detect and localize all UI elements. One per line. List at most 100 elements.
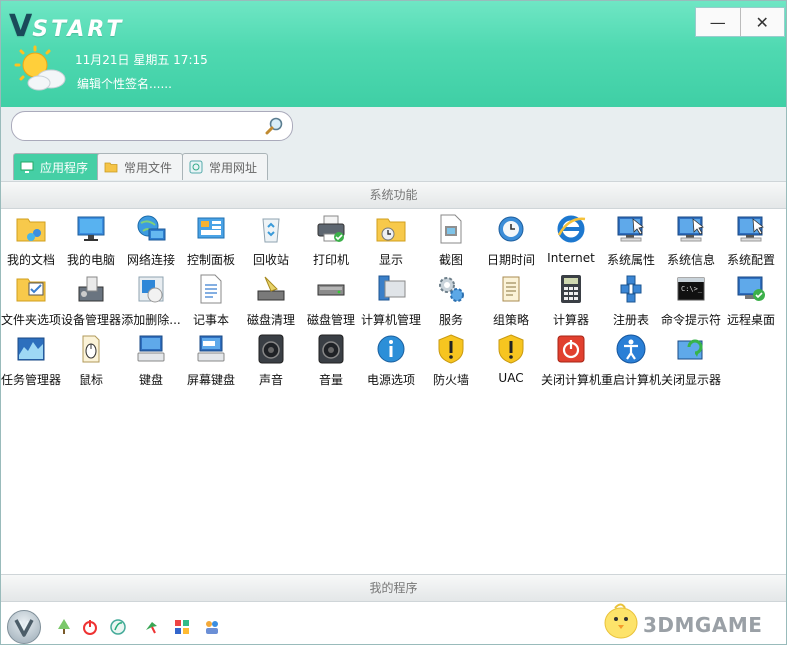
app-item[interactable]: 控制面板	[181, 211, 241, 271]
app-item[interactable]: 我的电脑	[61, 211, 121, 271]
app-item[interactable]: 设备管理器	[61, 271, 121, 331]
app-item[interactable]: 磁盘管理	[301, 271, 361, 331]
network-globe-icon	[137, 215, 166, 241]
app-item[interactable]: 服务	[421, 271, 481, 331]
tab-applications[interactable]: 应用程序	[13, 153, 103, 180]
search-input[interactable]	[24, 118, 268, 134]
signature-edit[interactable]: 编辑个性签名......	[77, 75, 172, 92]
app-item-label: 打印机	[312, 253, 349, 267]
app-item[interactable]: C:\>_ 命令提示符	[661, 271, 721, 331]
apps-icon[interactable]	[173, 618, 191, 636]
app-item-label: 系统信息	[666, 253, 715, 267]
app-item[interactable]: 关闭显示器	[661, 331, 721, 391]
app-item[interactable]: 键盘	[121, 331, 181, 391]
folder-icon	[104, 162, 118, 173]
app-item-label: 磁盘清理	[246, 313, 295, 327]
app-item-label: 日期时间	[486, 253, 535, 267]
web-icon	[189, 160, 203, 174]
screenshot-icon	[440, 214, 462, 244]
disk-icon	[317, 284, 345, 296]
app-item-label: 组策略	[492, 313, 529, 327]
app-item-label: 鼠标	[78, 373, 103, 387]
clock-globe-icon	[498, 216, 524, 242]
speaker-icon	[258, 334, 284, 364]
power-info-icon	[377, 335, 405, 363]
display-refresh-icon	[677, 339, 703, 360]
app-item-label: 键盘	[138, 373, 163, 387]
keyboard-icon	[137, 335, 165, 362]
app-item[interactable]: 防火墙	[421, 331, 481, 391]
shutdown-icon	[557, 335, 585, 363]
app-item[interactable]: Internet	[541, 211, 601, 271]
minimize-button[interactable]: —	[696, 8, 740, 36]
app-logo: VSTART	[9, 9, 125, 44]
search-icon[interactable]	[264, 116, 284, 136]
app-item[interactable]: UAC	[481, 331, 541, 391]
app-item[interactable]: 电源选项	[361, 331, 421, 391]
app-item[interactable]: 文件夹选项	[1, 271, 61, 331]
app-item[interactable]: 磁盘清理	[241, 271, 301, 331]
app-item-label: 任务管理器	[0, 373, 61, 387]
tree-icon[interactable]	[55, 618, 73, 636]
app-item[interactable]: 计算机管理	[361, 271, 421, 331]
disk-cleanup-icon	[257, 276, 285, 301]
app-item[interactable]: 鼠标	[61, 331, 121, 391]
app-item[interactable]: 我的文档	[1, 211, 61, 271]
app-item[interactable]: 任务管理器	[1, 331, 61, 391]
display-folder-icon	[376, 218, 406, 242]
app-item[interactable]: 组策略	[481, 271, 541, 331]
app-item-label: 我的电脑	[66, 253, 115, 267]
section-header-system[interactable]: 系统功能	[1, 181, 786, 209]
recycle-bin-icon	[262, 218, 280, 243]
mouse-icon	[82, 335, 100, 363]
app-item-label: 远程桌面	[726, 313, 775, 327]
close-button[interactable]: ✕	[739, 8, 785, 36]
app-item[interactable]: 截图	[421, 211, 481, 271]
leaf-icon[interactable]	[109, 618, 127, 636]
app-item[interactable]: 网络连接	[121, 211, 181, 271]
app-item-label: 注册表	[612, 313, 649, 327]
shield-warning-icon	[438, 334, 464, 364]
app-item-label: 计算器	[552, 313, 589, 327]
documents-folder-icon	[16, 218, 46, 242]
section-header-my-programs[interactable]: 我的程序	[1, 574, 786, 602]
notepad-icon	[200, 274, 222, 304]
app-item-label: 截图	[438, 253, 463, 267]
app-item-label: 我的文档	[6, 253, 55, 267]
app-item[interactable]: 关闭计算机	[541, 331, 601, 391]
app-item[interactable]: 计算器	[541, 271, 601, 331]
tab-common-websites[interactable]: 常用网址	[182, 153, 268, 180]
shield-warning-icon	[498, 334, 524, 364]
printer-icon	[317, 215, 345, 242]
app-item[interactable]: 声音	[241, 331, 301, 391]
app-item[interactable]: 显示	[361, 211, 421, 271]
power-icon[interactable]	[81, 618, 99, 636]
folder-options-icon	[16, 278, 46, 302]
app-item[interactable]: 系统配置	[721, 211, 781, 271]
tab-common-files[interactable]: 常用文件	[97, 153, 183, 180]
date-time-text: 11月21日 星期五 17:15	[75, 53, 208, 67]
speaker-icon	[318, 334, 344, 364]
app-item[interactable]: 回收站	[241, 211, 301, 271]
bird-icon[interactable]	[143, 618, 161, 636]
gears-icon	[439, 277, 464, 302]
app-item[interactable]: 屏幕键盘	[181, 331, 241, 391]
app-item[interactable]: 系统信息	[661, 211, 721, 271]
users-icon[interactable]	[203, 618, 221, 636]
weather-sun-icon[interactable]	[13, 45, 67, 93]
app-item[interactable]: 添加删除...	[121, 271, 181, 331]
app-item[interactable]: 远程桌面	[721, 271, 781, 331]
window-controls: — ✕	[695, 7, 785, 37]
monitor-icon	[20, 161, 34, 173]
app-item[interactable]: 日期时间	[481, 211, 541, 271]
app-item[interactable]: 打印机	[301, 211, 361, 271]
close-icon: ✕	[755, 12, 769, 32]
app-item[interactable]: 音量	[301, 331, 361, 391]
app-item[interactable]: 系统属性	[601, 211, 661, 271]
app-item[interactable]: 重启计算机	[601, 331, 661, 391]
app-item-label: 服务	[438, 313, 463, 327]
start-orb-button[interactable]	[7, 610, 41, 644]
system-monitor-icon	[617, 216, 644, 242]
app-item[interactable]: 记事本	[181, 271, 241, 331]
app-item[interactable]: 注册表	[601, 271, 661, 331]
